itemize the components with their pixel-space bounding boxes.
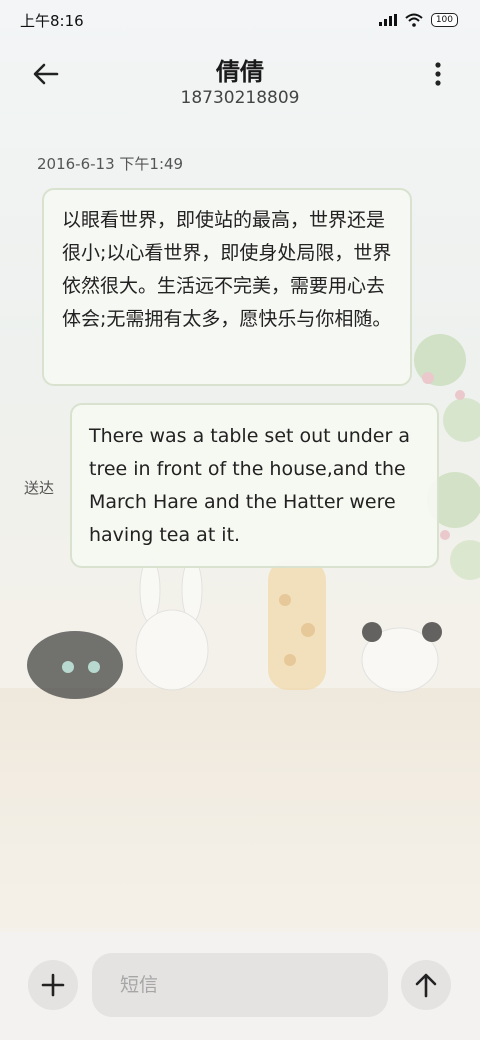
arrow-up-icon [415,973,437,998]
bunny [135,557,209,691]
incoming-message-bubble[interactable]: 以眼看世界，即使站的最高，世界还是很小;以心看世界，即使身处局限，世界依然很大。… [42,188,412,386]
outgoing-message-text: There was a table set out under a tree i… [89,425,410,546]
message-input-container[interactable] [92,953,388,1017]
message-timestamp: 2016-6-13 下午1:49 [37,155,184,173]
send-button[interactable] [401,960,451,1010]
message-composer [0,932,480,1040]
plus-icon [41,973,65,997]
incoming-message-text: 以眼看世界，即使站的最高，世界还是很小;以心看世界，即使身处局限，世界依然很大。… [62,209,392,330]
outgoing-message-bubble[interactable]: There was a table set out under a tree i… [70,403,439,568]
wifi-icon [405,13,423,27]
add-attachment-button[interactable] [28,960,78,1010]
message-input[interactable] [120,974,360,996]
black-cat [27,631,123,699]
giraffe [268,560,326,690]
more-options-button[interactable] [426,52,450,96]
signal-icon [378,14,397,26]
status-indicators: 100 [378,13,458,27]
conversation-header: 倩倩 18730218809 [0,40,480,120]
battery-indicator: 100 [430,13,458,27]
contact-number: 18730218809 [180,88,300,108]
delivery-status: 送达 [24,479,55,497]
status-bar: 上午8:16 100 [0,0,480,40]
status-time: 上午8:16 [20,11,84,30]
panda [361,622,442,693]
contact-name: 倩倩 [216,58,264,86]
more-vertical-icon [435,62,441,86]
